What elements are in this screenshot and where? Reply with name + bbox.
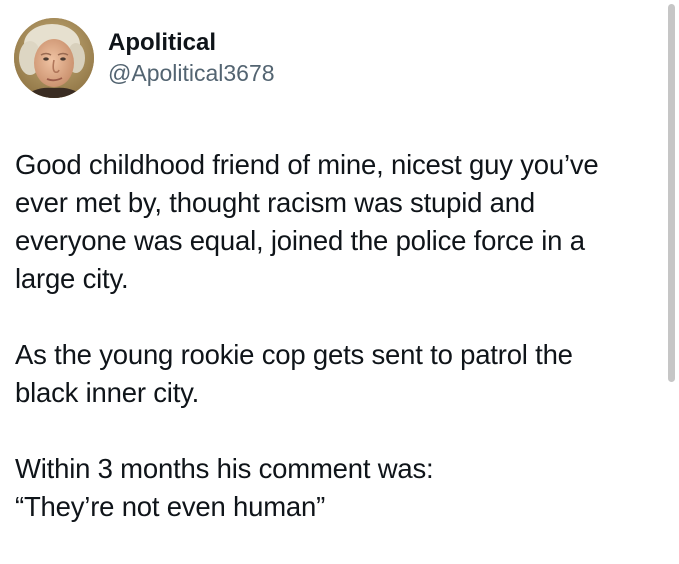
tweet-header: Apolitical @Apolitical3678 xyxy=(14,18,275,98)
tweet-line: ever met by, thought racism was stupid a… xyxy=(15,187,535,218)
tweet-line: “They’re not even human” xyxy=(15,491,326,522)
tweet-paragraph: Good childhood friend of mine, nicest gu… xyxy=(15,146,655,298)
scrollbar[interactable] xyxy=(668,4,675,382)
tweet-text: Good childhood friend of mine, nicest gu… xyxy=(15,146,655,526)
tweet-line: large city. xyxy=(15,263,129,294)
tweet-card: Apolitical @Apolitical3678 Good childhoo… xyxy=(0,0,679,564)
tweet-line: Good childhood friend of mine, nicest gu… xyxy=(15,149,599,180)
avatar[interactable] xyxy=(14,18,94,98)
tweet-line: black inner city. xyxy=(15,377,200,408)
portrait-avatar-icon xyxy=(14,18,94,98)
tweet-paragraph: As the young rookie cop gets sent to pat… xyxy=(15,336,655,412)
tweet-line: As the young rookie cop gets sent to pat… xyxy=(15,339,573,370)
author-handle[interactable]: @Apolitical3678 xyxy=(108,58,275,88)
tweet-line: everyone was equal, joined the police fo… xyxy=(15,225,585,256)
tweet-paragraph: Within 3 months his comment was: “They’r… xyxy=(15,450,655,526)
author-names: Apolitical @Apolitical3678 xyxy=(108,29,275,88)
tweet-line: Within 3 months his comment was: xyxy=(15,453,434,484)
author-display-name[interactable]: Apolitical xyxy=(108,29,275,57)
